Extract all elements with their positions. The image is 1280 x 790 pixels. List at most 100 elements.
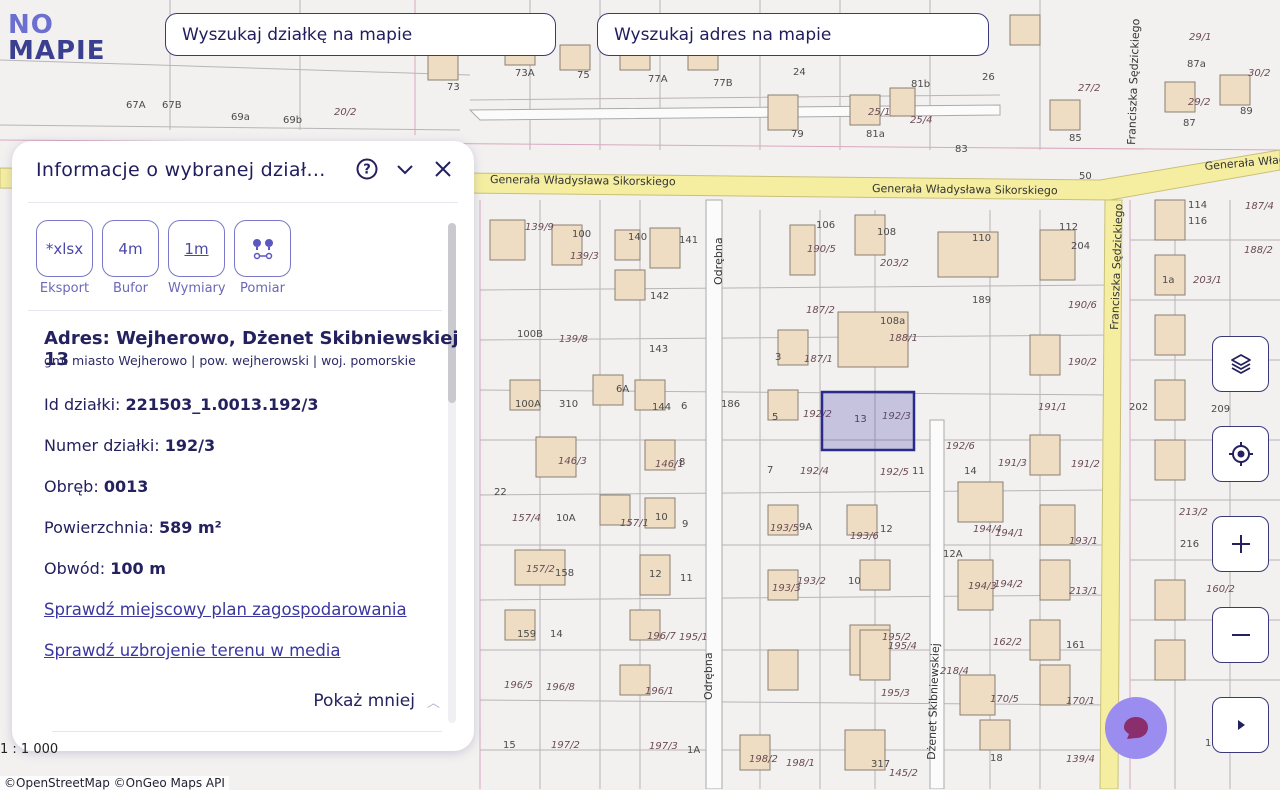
street-label: Generała Władysława Sikorskiego <box>872 182 1058 197</box>
parcel-label: 100B <box>517 329 543 340</box>
panel-scrollbar[interactable] <box>448 223 456 723</box>
parcel-label: 6 <box>681 401 687 412</box>
street-label: Odrębna <box>702 652 715 700</box>
parcel-label: 12 <box>880 524 893 535</box>
parcel-label: 162/2 <box>993 637 1022 648</box>
building <box>1009 14 1041 46</box>
zoom-out-button[interactable] <box>1212 607 1269 663</box>
parcel-label: 6A <box>616 384 629 395</box>
parcel-label: 10 <box>848 576 861 587</box>
parcel-label: 144 <box>652 402 671 413</box>
parcel-label: 194/3 <box>968 581 997 592</box>
map-attribution[interactable]: ©OpenStreetMap ©OnGeo Maps API <box>0 776 229 790</box>
parcel-label: 139/4 <box>1066 754 1095 765</box>
parcel-label: 146/3 <box>558 456 587 467</box>
parcel-label: 196/5 <box>504 680 533 691</box>
dimensions-button[interactable]: 1m Wymiary <box>168 220 226 296</box>
parcel-label: 9 <box>682 519 688 530</box>
parcel-label: 7 <box>767 465 773 476</box>
parcel-label: 30/2 <box>1248 68 1270 79</box>
parcel-label: 73A <box>515 68 535 79</box>
building <box>489 219 526 261</box>
building <box>649 227 681 269</box>
parcel-label: 15 <box>503 740 516 751</box>
parcel-label: 87a <box>1187 59 1206 70</box>
parcel-label: 77A <box>648 74 668 85</box>
address-search-input[interactable]: Wyszukaj adres na mapie <box>597 13 989 56</box>
street-label: Odrębna <box>712 237 725 285</box>
chevron-down-icon[interactable] <box>394 158 416 180</box>
building <box>1029 434 1061 476</box>
parcel-label: 158 <box>555 568 574 579</box>
parcel-label: 83 <box>955 144 968 155</box>
parcel-label: 170/5 <box>990 694 1019 705</box>
parcel-label: 195/1 <box>679 632 708 643</box>
parcel-label: 218/4 <box>940 666 969 677</box>
svg-text:?: ? <box>363 163 371 178</box>
zoning-plan-link[interactable]: Sprawdź miejscowy plan zagospodarowania <box>44 600 407 619</box>
parcel-label: 193/2 <box>797 576 826 587</box>
parcel-label: 192/6 <box>946 441 975 452</box>
parcel-label: 193/6 <box>850 531 879 542</box>
utilities-link[interactable]: Sprawdź uzbrojenie terenu w media <box>44 641 340 660</box>
building <box>1039 229 1076 281</box>
parcel-label: 145/2 <box>889 768 918 779</box>
parcel-label: 24 <box>793 67 806 78</box>
parcel-label: 108 <box>877 227 896 238</box>
parcel-label: 194/1 <box>995 528 1024 539</box>
field-perimeter: Obwód: 100 m <box>44 559 166 578</box>
parcel-label: 75 <box>577 70 590 81</box>
show-less-button[interactable]: Pokaż mniej ︿ <box>313 691 440 711</box>
play-arrow-icon <box>1237 720 1245 730</box>
zoom-in-button[interactable] <box>1212 516 1269 572</box>
parcel-label: 114 <box>1188 200 1207 211</box>
building <box>1029 619 1061 661</box>
parcel-label: 161 <box>1066 640 1085 651</box>
logo[interactable]: NO MAPIE <box>8 12 106 64</box>
building <box>957 481 1004 523</box>
building <box>427 54 459 81</box>
parcel-admin-units: gm. miasto Wejherowo | pow. wejherowski … <box>44 353 416 368</box>
locate-button[interactable] <box>1212 426 1269 482</box>
parcel-label: 190/2 <box>1068 357 1097 368</box>
close-icon[interactable] <box>432 158 454 180</box>
parcel-label: 140 <box>628 232 647 243</box>
parcel-label: 191/2 <box>1071 459 1100 470</box>
layers-button[interactable] <box>1212 336 1269 392</box>
chat-button[interactable] <box>1105 697 1167 759</box>
parcel-label: 191/1 <box>1038 402 1067 413</box>
parcel-label: 89 <box>1240 106 1253 117</box>
field-parcel-id: Id działki: 221503_1.0013.192/3 <box>44 395 319 414</box>
parcel-label: 20/2 <box>334 107 356 118</box>
measure-button[interactable]: Pomiar <box>234 220 291 296</box>
help-icon[interactable]: ? <box>356 158 378 180</box>
parcel-label: 18 <box>990 753 1003 764</box>
panel-title: Informacje o wybranej dział... <box>36 159 326 181</box>
minus-icon <box>1231 634 1250 636</box>
parcel-label: 87 <box>1183 118 1196 129</box>
parcel-label: 29/1 <box>1189 32 1211 43</box>
building <box>1154 199 1186 241</box>
parcel-label: 203/2 <box>880 258 909 269</box>
parcel-label: 73 <box>447 82 460 93</box>
expand-button[interactable] <box>1212 697 1269 753</box>
building <box>767 649 799 691</box>
parcel-search-input[interactable]: Wyszukaj działkę na mapie <box>165 13 556 56</box>
building <box>1154 314 1186 356</box>
building <box>859 559 891 591</box>
field-parcel-number: Numer działki: 192/3 <box>44 436 216 455</box>
building <box>1154 579 1186 621</box>
parcel-label: 69a <box>231 112 250 123</box>
export-xlsx-button[interactable]: *xlsx Eksport <box>36 220 93 296</box>
parcel-label: 198/2 <box>749 754 778 765</box>
parcel-label: 77B <box>713 78 733 89</box>
parcel-label: 193/1 <box>1069 536 1098 547</box>
plus-icon <box>1231 535 1250 553</box>
buffer-button[interactable]: 4m Bufor <box>102 220 159 296</box>
parcel-info-panel: Informacje o wybranej dział... ? *xlsx Ek… <box>12 141 474 751</box>
parcel-label: 81a <box>866 129 885 140</box>
selected-parcel[interactable] <box>820 390 916 452</box>
parcel-label: 106 <box>816 220 835 231</box>
parcel-label: 108a <box>880 316 905 327</box>
parcel-label: 116 <box>1188 216 1207 227</box>
